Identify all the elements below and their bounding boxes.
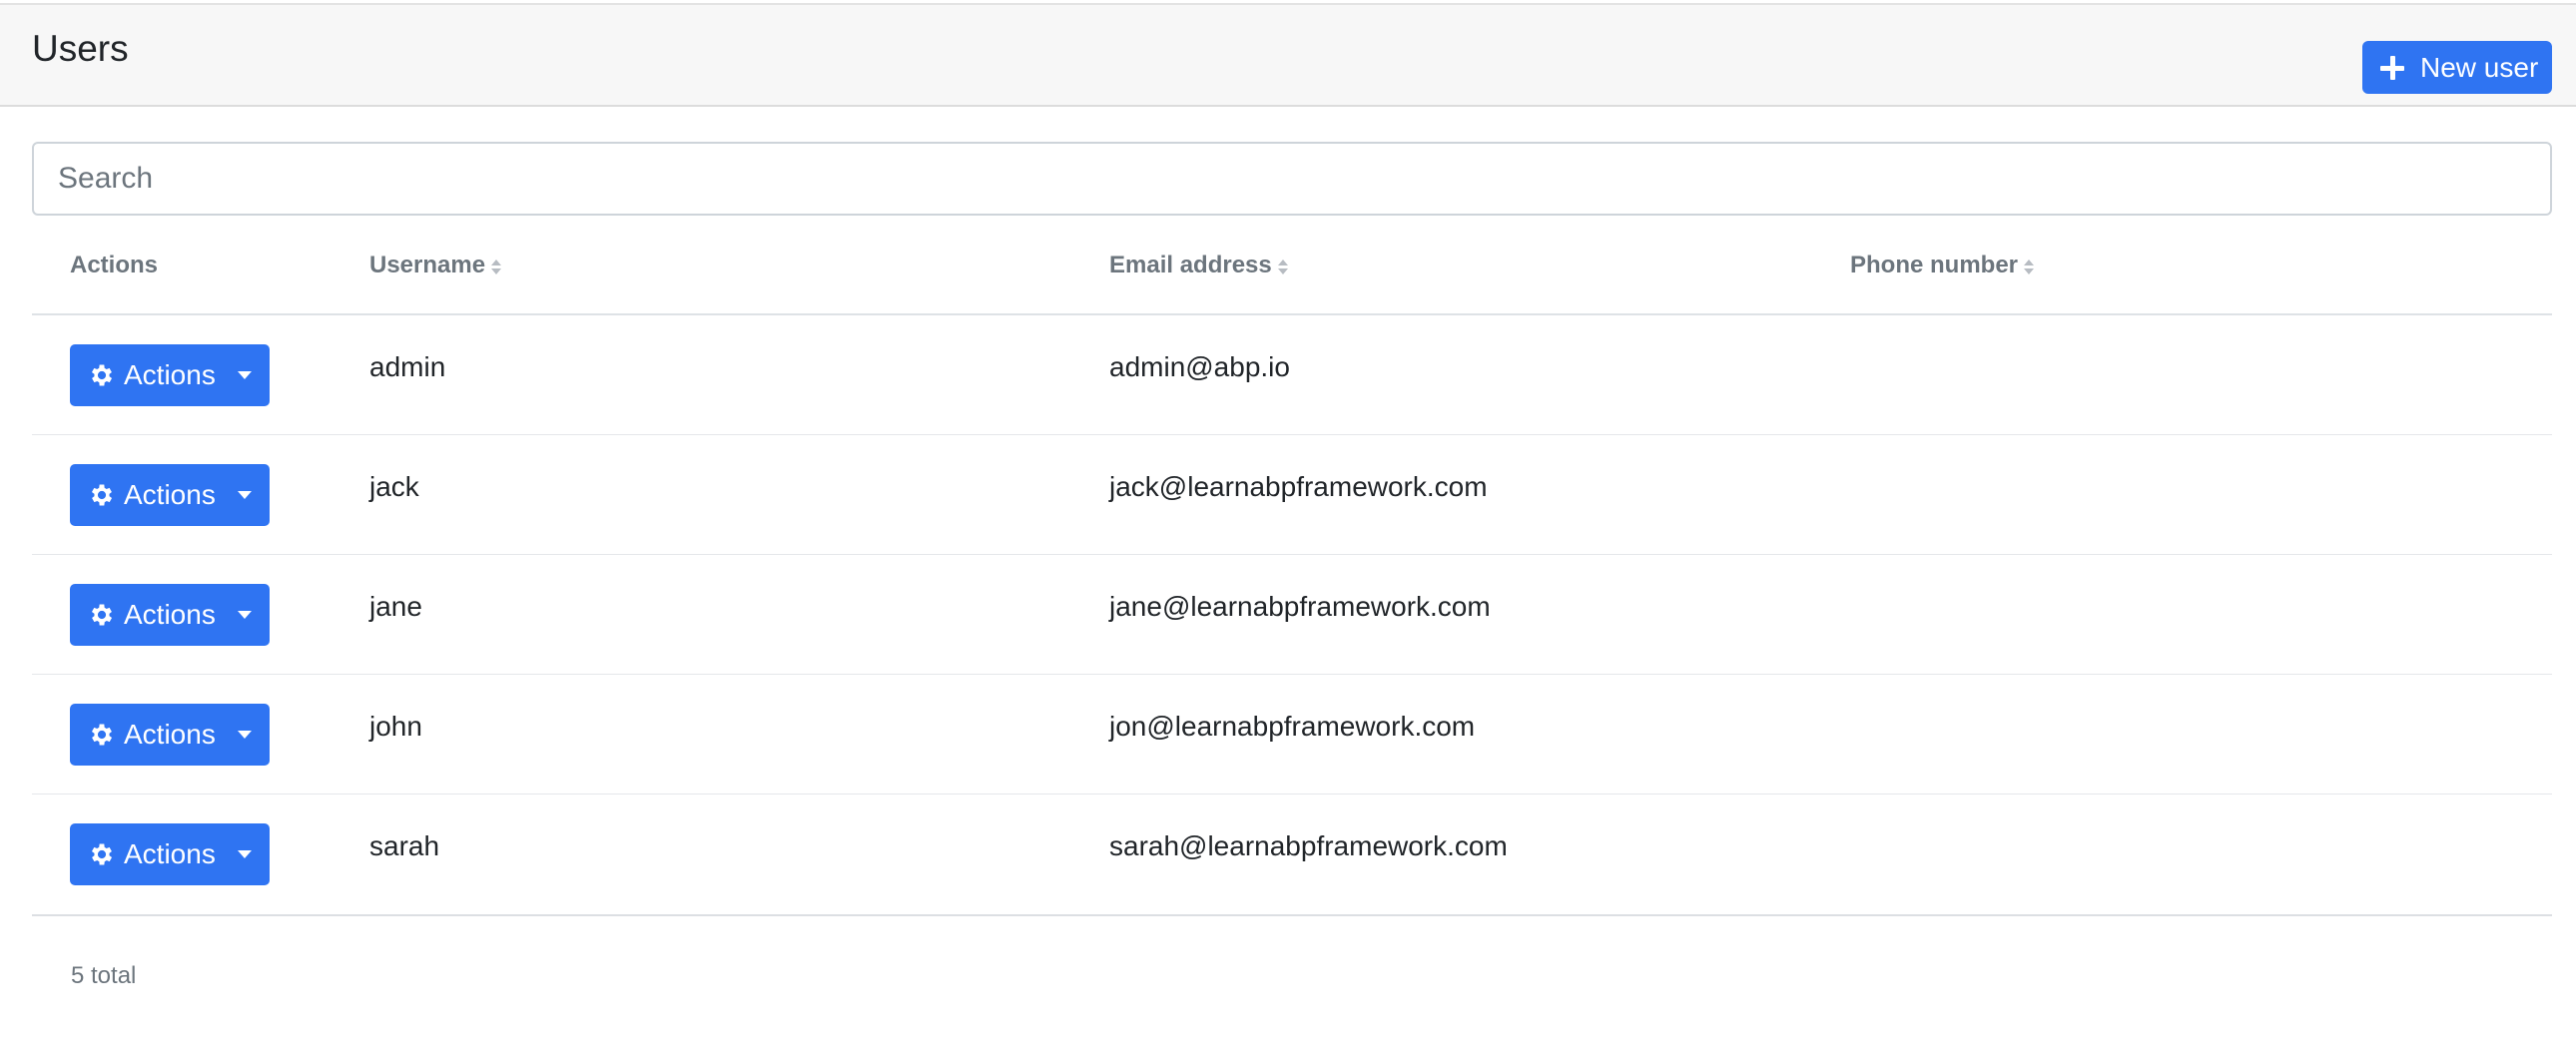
username-cell: jane — [369, 591, 422, 622]
caret-down-icon — [237, 371, 252, 379]
gear-icon — [91, 724, 113, 746]
column-header-email[interactable]: Email address — [1109, 252, 1288, 279]
username-cell: john — [369, 711, 422, 742]
users-table: Actions Username Email address Phone num… — [32, 216, 2552, 916]
email-cell: sarah@learnabpframework.com — [1109, 830, 1508, 861]
actions-button[interactable]: Actions — [70, 464, 270, 526]
username-cell: admin — [369, 351, 446, 382]
total-count: 5 total — [71, 962, 137, 989]
actions-label: Actions — [124, 479, 216, 510]
column-header-phone[interactable]: Phone number — [1850, 252, 2035, 279]
email-cell: jack@learnabpframework.com — [1109, 471, 1488, 502]
gear-icon — [91, 484, 113, 506]
search-input[interactable] — [32, 142, 2552, 216]
table-row: Actions sarah sarah@learnabpframework.co… — [32, 794, 2552, 916]
table-header: Actions Username Email address Phone num… — [32, 216, 2552, 315]
plus-icon — [2380, 55, 2404, 80]
actions-label: Actions — [124, 599, 216, 630]
table-row: Actions john jon@learnabpframework.com — [32, 675, 2552, 794]
caret-down-icon — [237, 850, 252, 858]
gear-icon — [91, 364, 113, 386]
new-user-button[interactable]: New user — [2362, 41, 2552, 94]
users-page: Users New user Actions Username Email ad… — [0, 0, 2576, 1058]
sort-icon — [1277, 257, 1288, 276]
table-row: Actions jack jack@learnabpframework.com — [32, 435, 2552, 555]
column-header-username[interactable]: Username — [369, 252, 502, 279]
card-header: Users New user — [0, 3, 2576, 107]
table-row: Actions admin admin@abp.io — [32, 315, 2552, 435]
new-user-label: New user — [2420, 51, 2539, 83]
email-cell: admin@abp.io — [1109, 351, 1290, 382]
actions-label: Actions — [124, 838, 216, 869]
email-cell: jon@learnabpframework.com — [1109, 711, 1476, 742]
username-cell: sarah — [369, 830, 440, 861]
sort-icon — [491, 257, 502, 276]
actions-label: Actions — [124, 359, 216, 390]
actions-button[interactable]: Actions — [70, 584, 270, 646]
column-header-actions: Actions — [70, 252, 159, 278]
actions-button[interactable]: Actions — [70, 704, 270, 766]
username-cell: jack — [369, 471, 419, 502]
actions-button[interactable]: Actions — [70, 823, 270, 885]
gear-icon — [91, 843, 113, 865]
table-row: Actions jane jane@learnabpframework.com — [32, 555, 2552, 675]
caret-down-icon — [237, 491, 252, 499]
caret-down-icon — [237, 731, 252, 739]
caret-down-icon — [237, 611, 252, 619]
gear-icon — [91, 604, 113, 626]
sort-icon — [2024, 257, 2035, 276]
table-body: Actions admin admin@abp.io Actions jack … — [32, 315, 2552, 916]
page-title: Users — [32, 28, 129, 69]
actions-button[interactable]: Actions — [70, 344, 270, 406]
actions-label: Actions — [124, 719, 216, 750]
email-cell: jane@learnabpframework.com — [1109, 591, 1491, 622]
